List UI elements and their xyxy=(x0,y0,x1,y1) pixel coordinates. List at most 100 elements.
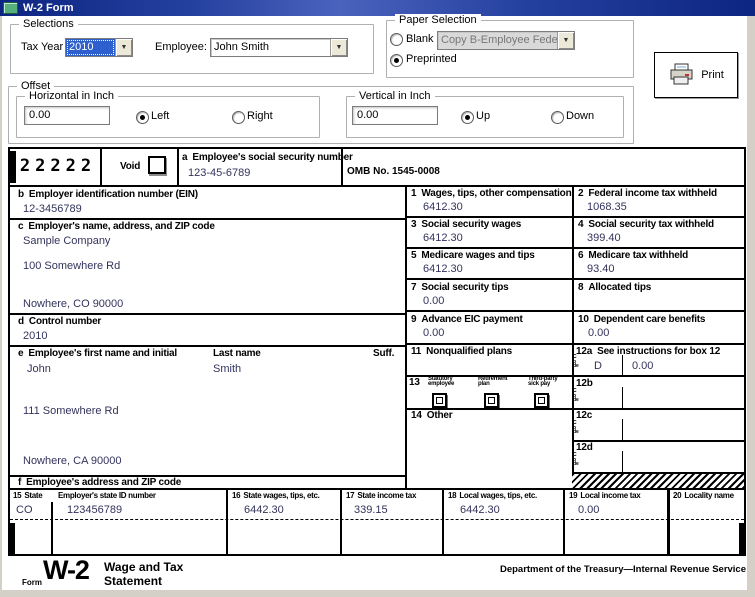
state-id-value: 123456789 xyxy=(67,504,122,516)
box-c-label: cEmployer's name, address, and ZIP code xyxy=(18,221,215,232)
box-16-label: 16State wages, tips, etc. xyxy=(232,491,320,500)
up-radio[interactable] xyxy=(461,111,474,124)
box-12b-label: 12b xyxy=(576,378,593,389)
employee-value[interactable]: John Smith xyxy=(211,39,330,56)
box-19-value: 0.00 xyxy=(578,504,599,516)
box-4-label: 4Social security tax withheld xyxy=(578,219,714,230)
tax-year-value[interactable]: 2010 xyxy=(66,39,115,56)
box-19-label: 19Local income tax xyxy=(569,491,640,500)
window-frame xyxy=(747,16,755,597)
box-16-value: 6442.30 xyxy=(244,504,284,516)
blank-radio-label: Blank xyxy=(406,33,434,45)
title-bar[interactable]: W-2 Form xyxy=(0,0,755,16)
divider xyxy=(667,488,670,554)
box-9-value: 0.00 xyxy=(423,327,444,339)
box-12c-code-strip: Code xyxy=(573,421,579,435)
divider xyxy=(405,408,744,410)
divider xyxy=(405,216,744,218)
retirement-plan-label: Retirement plan xyxy=(478,377,514,387)
employee-select[interactable]: John Smith ▼ xyxy=(210,38,348,57)
third-party-sick-pay-label: Third-party sick pay xyxy=(528,377,564,387)
employee-first-name: John xyxy=(27,363,51,375)
box-12a-code-strip: Code xyxy=(573,355,579,369)
tax-year-select[interactable]: 2010 ▼ xyxy=(65,38,133,57)
box-11-label: 11Nonqualified plans xyxy=(411,346,512,357)
box-13-label: 13 xyxy=(409,377,420,388)
vertical-offset-input[interactable]: 0.00 xyxy=(352,106,438,125)
control-number-value: 2010 xyxy=(23,330,47,342)
box-17-label: 17State income tax xyxy=(346,491,416,500)
form-number: W-2 xyxy=(43,555,89,586)
box-7-label: 7Social security tips xyxy=(411,282,509,293)
horizontal-offset-group-label: Horizontal in Inch xyxy=(25,90,118,102)
employer-name: Sample Company xyxy=(23,235,110,247)
tax-year-label: Tax Year xyxy=(21,41,63,53)
divider xyxy=(10,313,405,315)
box-b-label: bEmployer identification number (EIN) xyxy=(18,189,198,200)
third-party-sick-pay-checkbox[interactable] xyxy=(534,393,549,408)
checkbox-inner xyxy=(488,397,495,404)
divider xyxy=(177,149,179,185)
box-12d-label: 12d xyxy=(576,442,593,453)
box-15-label: 15State xyxy=(13,491,42,500)
employer-city: Nowhere, CO 90000 xyxy=(23,298,123,310)
treasury-department-text: Department of the Treasury—Internal Reve… xyxy=(430,564,746,575)
registration-mark xyxy=(739,523,744,554)
omb-number: OMB No. 1545-0008 xyxy=(347,166,440,177)
box-10-value: 0.00 xyxy=(588,327,609,339)
void-checkbox[interactable] xyxy=(148,156,166,174)
copy-type-value: Copy B-Employee Federal xyxy=(438,32,557,49)
window-title: W-2 Form xyxy=(23,2,74,14)
copy-type-select: Copy B-Employee Federal ▼ xyxy=(437,31,575,50)
suffix-label: Suff. xyxy=(373,348,394,359)
right-radio[interactable] xyxy=(232,111,245,124)
divider xyxy=(10,519,744,520)
box-14-label: 14Other xyxy=(411,410,452,421)
employee-dropdown-icon[interactable]: ▼ xyxy=(330,39,347,56)
print-button[interactable]: Print xyxy=(654,52,738,98)
registration-mark xyxy=(10,151,16,183)
box-7-value: 0.00 xyxy=(423,295,444,307)
box-6-label: 6Medicare tax withheld xyxy=(578,250,688,261)
form-word: Form xyxy=(22,578,42,587)
box-12b-code-strip: Code xyxy=(573,389,579,403)
box-18-label: 18Local wages, tips, etc. xyxy=(448,491,537,500)
w2-form-window: W-2 Form Selections Tax Year 2010 ▼ Empl… xyxy=(0,0,755,597)
box-4-value: 399.40 xyxy=(587,232,621,244)
horizontal-offset-input[interactable]: 0.00 xyxy=(24,106,110,125)
blank-radio[interactable] xyxy=(390,33,403,46)
last-name-label: Last name xyxy=(213,348,261,359)
box-12a-value: 0.00 xyxy=(632,360,653,372)
state-id-label: Employer's state ID number xyxy=(58,491,156,500)
box-15-state-value: CO xyxy=(16,504,33,516)
box-6-value: 93.40 xyxy=(587,263,615,275)
ssn-value: 123-45-6789 xyxy=(188,167,250,179)
left-radio[interactable] xyxy=(136,111,149,124)
divider xyxy=(10,185,744,187)
w2-form: 22222 Void aEmployee's social security n… xyxy=(8,147,746,556)
statutory-employee-label: Statutory employee xyxy=(428,377,464,387)
checkbox-inner xyxy=(538,397,545,404)
retirement-plan-checkbox[interactable] xyxy=(484,393,499,408)
print-button-label: Print xyxy=(701,69,724,81)
form-control-code: 22222 xyxy=(18,156,98,176)
preprinted-radio[interactable] xyxy=(390,54,403,67)
employer-street: 100 Somewhere Rd xyxy=(23,260,120,272)
right-radio-label: Right xyxy=(247,110,273,122)
divider xyxy=(10,345,405,347)
divider xyxy=(442,488,444,554)
divider xyxy=(100,149,102,185)
divider xyxy=(226,488,228,554)
box-5-label: 5Medicare wages and tips xyxy=(411,250,535,261)
box-18-value: 6442.30 xyxy=(460,504,500,516)
divider xyxy=(622,355,623,375)
window-frame xyxy=(0,16,2,597)
box-9-label: 9Advance EIC payment xyxy=(411,314,523,325)
down-radio[interactable] xyxy=(551,111,564,124)
divider xyxy=(405,278,744,280)
app-icon xyxy=(3,2,18,14)
box-2-value: 1068.35 xyxy=(587,201,627,213)
tax-year-dropdown-icon[interactable]: ▼ xyxy=(115,39,132,56)
paper-selection-group-label: Paper Selection xyxy=(395,14,481,26)
statutory-employee-checkbox[interactable] xyxy=(432,393,447,408)
